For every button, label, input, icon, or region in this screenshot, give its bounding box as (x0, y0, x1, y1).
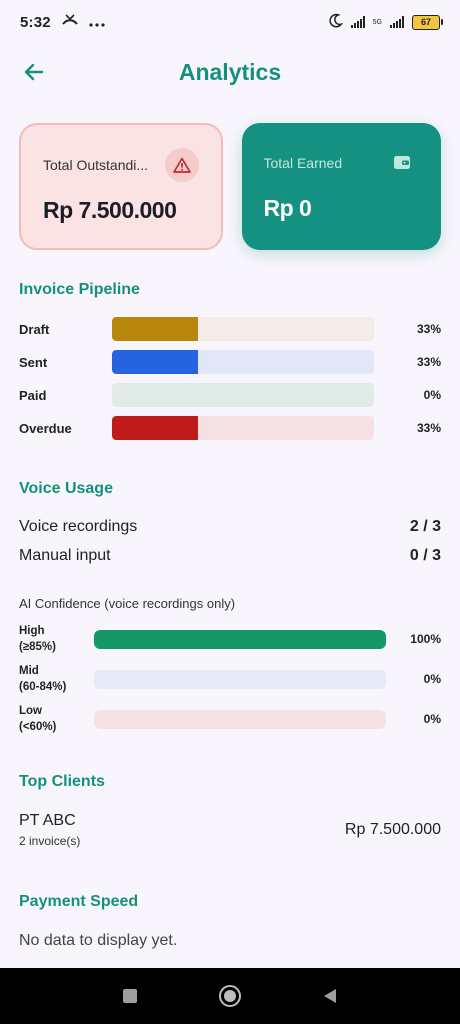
pipeline-fill (112, 416, 199, 440)
voice-usage-title: Voice Usage (19, 480, 113, 497)
page-title: Analytics (178, 58, 282, 85)
pipeline-label: Draft (19, 321, 50, 337)
pipeline-row-sent: Sent 33% (19, 350, 441, 374)
more-notifications-icon (89, 14, 105, 31)
status-right: 5G 67 (328, 13, 443, 32)
pipeline-row-paid: Paid 0% (19, 383, 441, 407)
confidence-row-high: High (≥85%) 100% (19, 622, 441, 656)
pipeline-row-draft: Draft 33% (19, 317, 441, 341)
confidence-label: Mid (60-84%) (19, 663, 94, 695)
client-row[interactable]: PT ABC 2 invoice(s) Rp 7.500.000 (19, 812, 441, 848)
pipeline-row-overdue: Overdue 33% (19, 416, 441, 440)
circle-icon (219, 985, 241, 1007)
status-left: 5:32 (20, 13, 105, 31)
pipeline-percent: 33% (416, 322, 441, 336)
app-bar: Analytics (0, 50, 460, 94)
arrow-left-icon (24, 63, 44, 81)
missed-call-icon (61, 13, 79, 31)
usage-row-voice: Voice recordings 2 / 3 (19, 518, 441, 536)
network-type: 5G (372, 18, 382, 26)
back-button[interactable] (18, 56, 50, 88)
outstanding-card[interactable]: Total Outstandi... Rp 7.500.000 (19, 123, 223, 250)
home-button[interactable] (217, 983, 243, 1009)
confidence-label: Low (<60%) (19, 703, 94, 735)
recents-button[interactable] (117, 983, 143, 1009)
pipeline-label: Sent (19, 354, 48, 370)
client-info: PT ABC 2 invoice(s) (19, 812, 80, 848)
confidence-track (94, 709, 386, 729)
confidence-percent: 0% (423, 712, 441, 726)
pipeline-track (112, 350, 374, 374)
earned-value: Rp 0 (263, 195, 312, 221)
pipeline-fill (112, 350, 199, 374)
confidence-percent: 100% (410, 632, 441, 646)
pipeline-label: Overdue (19, 420, 72, 436)
confidence-fill (94, 629, 386, 649)
pipeline-fill (112, 317, 199, 341)
back-nav-button[interactable] (317, 983, 343, 1009)
confidence-row-mid: Mid (60-84%) 0% (19, 662, 441, 696)
confidence-row-low: Low (<60%) 0% (19, 702, 441, 736)
earned-label: Total Earned (263, 155, 343, 171)
confidence-label-range: (60-84%) (19, 681, 67, 693)
outstanding-label: Total Outstandi... (43, 157, 149, 173)
confidence-label-name: Low (19, 705, 42, 717)
wallet-icon (391, 151, 413, 173)
status-time: 5:32 (20, 13, 51, 31)
client-invoice-count: 2 invoice(s) (19, 834, 81, 848)
battery-icon: 67 (412, 14, 443, 30)
pipeline-percent: 33% (416, 421, 441, 435)
moon-icon (328, 13, 343, 32)
client-name: PT ABC (19, 812, 76, 829)
pipeline-percent: 33% (416, 355, 441, 369)
client-amount: Rp 7.500.000 (344, 821, 441, 838)
payment-speed-empty: No data to display yet. (19, 932, 178, 949)
confidence-label-range: (<60%) (19, 721, 57, 733)
payment-speed-title: Payment Speed (19, 893, 139, 910)
confidence-label-range: (≥85%) (19, 641, 56, 653)
triangle-back-icon (324, 989, 336, 1003)
usage-row-manual: Manual input 0 / 3 (19, 547, 441, 565)
pipeline-track (112, 383, 374, 407)
confidence-label-name: High (19, 625, 45, 637)
system-nav-bar (0, 968, 460, 1024)
usage-label: Voice recordings (19, 518, 138, 535)
square-icon (123, 989, 137, 1003)
outstanding-value: Rp 7.500.000 (43, 197, 177, 223)
pipeline-track (112, 416, 374, 440)
pipeline-label: Paid (19, 387, 47, 403)
confidence-track (94, 629, 386, 649)
usage-value: 0 / 3 (409, 547, 441, 564)
earned-card[interactable]: Total Earned Rp 0 (241, 123, 441, 250)
signal-icon-2 (390, 16, 404, 28)
pipeline-percent: 0% (423, 388, 441, 402)
summary-cards: Total Outstandi... Rp 7.500.000 Total Ea… (19, 123, 441, 250)
confidence-title: AI Confidence (voice recordings only) (19, 596, 236, 611)
signal-icon (350, 16, 365, 28)
pipeline-track (112, 317, 374, 341)
confidence-track (94, 669, 386, 689)
confidence-percent: 0% (423, 672, 441, 686)
network-label: 5G (373, 19, 382, 26)
top-clients-title: Top Clients (19, 773, 105, 790)
confidence-label-name: Mid (19, 665, 39, 677)
battery-level: 67 (420, 17, 431, 27)
confidence-label: High (≥85%) (19, 623, 94, 655)
pipeline-title: Invoice Pipeline (19, 281, 140, 298)
usage-label: Manual input (19, 547, 111, 564)
usage-value: 2 / 3 (409, 518, 441, 535)
status-bar: 5:32 5G 67 (0, 0, 460, 44)
warning-icon (164, 148, 199, 182)
